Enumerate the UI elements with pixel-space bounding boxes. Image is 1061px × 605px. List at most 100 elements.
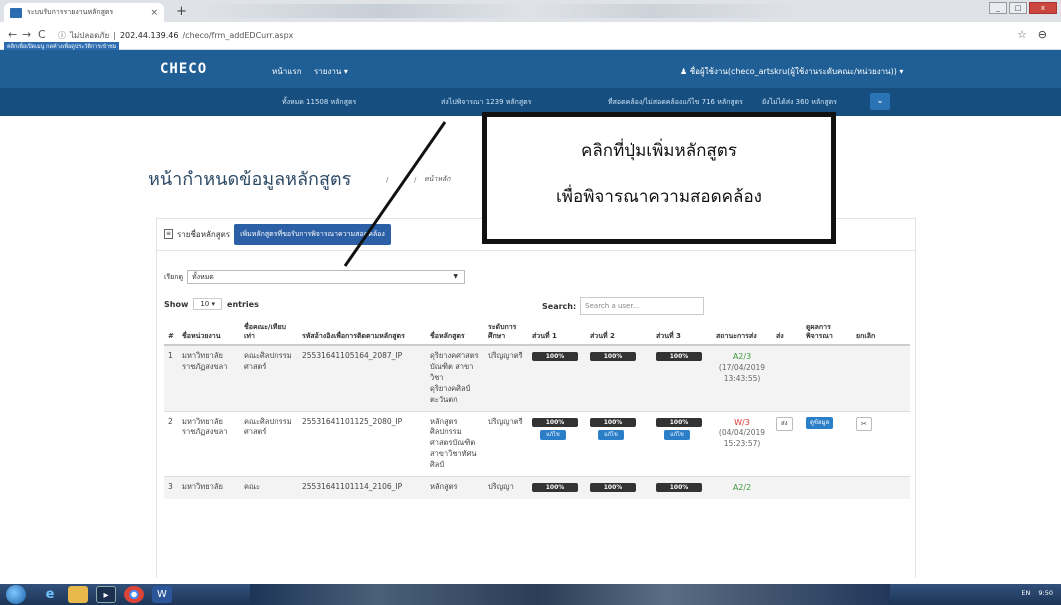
table-row: 2 มหาวิทยาลัยราชภัฏสงขลา คณะศิลปกรรมศาสต… <box>164 410 910 477</box>
view-result-button[interactable]: ดูข้อมูล <box>806 416 834 430</box>
site-navbar: CHECO หน้าแรก รายงาน ▾ ♟ ชื่อผู้ใช้งาน(c… <box>0 50 1061 88</box>
stat-not-sent: ยังไม่ได้ส่ง 360 หลักสูตร <box>762 98 837 106</box>
user-icon: ♟ <box>680 67 690 76</box>
folder-icon[interactable] <box>68 586 88 603</box>
os-taskbar: e ▸ W EN 9:50 <box>0 584 1061 605</box>
edit-part2-button[interactable]: แก้ไข <box>598 430 624 441</box>
col-faculty[interactable]: ชื่อคณะ/เทียบเท่า <box>240 320 298 347</box>
forward-icon[interactable]: → <box>22 28 31 41</box>
media-icon[interactable]: ▸ <box>96 586 116 603</box>
list-icon: ≡ <box>164 229 173 239</box>
panel-header: ≡ รายชื่อหลักสูตร เพิ่มหลักสูตรที่ขอรับก… <box>164 223 391 245</box>
profile-icon[interactable]: ⊖ <box>1038 28 1047 41</box>
chrome-icon[interactable] <box>124 586 144 603</box>
cell-result <box>802 344 852 412</box>
col-cancel[interactable]: ยกเลิก <box>852 320 910 347</box>
brand-logo[interactable]: CHECO <box>160 61 207 77</box>
url-divider: | <box>113 31 116 40</box>
search-input[interactable]: Search a user... <box>580 297 705 315</box>
browser-tab[interactable]: ระบบรับการรายงานหลักสูตร × <box>4 3 164 22</box>
url-field[interactable]: ⓘ ไม่ปลอดภัย | 202.44.139.46/checo/frm_a… <box>58 28 293 43</box>
add-course-button[interactable]: เพิ่มหลักสูตรที่ขอรับการพิจารณาความสอดคล… <box>234 223 391 245</box>
start-button[interactable] <box>6 585 26 604</box>
language-indicator[interactable]: EN <box>1021 589 1030 597</box>
edit-part3-button[interactable]: แก้ไข <box>664 430 690 441</box>
cell-part3: 100% แก้ไข <box>652 410 712 477</box>
reload-icon[interactable]: C <box>38 28 46 41</box>
cell-unit: มหาวิทยาลัย <box>178 475 240 499</box>
expand-stats-button[interactable]: ⌄ <box>870 93 890 110</box>
cell-part1: 100% แก้ไข <box>528 410 586 477</box>
user-menu[interactable]: ♟ ชื่อผู้ใช้งาน(checo_artskru(ผู้ใช้งานร… <box>680 65 903 78</box>
panel-divider <box>156 250 916 251</box>
status-code: W/3 <box>734 417 750 427</box>
col-name[interactable]: ชื่อหลักสูตร <box>426 320 484 347</box>
course-table: # ชื่อหน่วยงาน ชื่อคณะ/เทียบเท่า รหัสอ้า… <box>164 320 910 499</box>
cell-cancel: ✂ <box>852 410 910 477</box>
breadcrumb-home[interactable]: หน้าหลัก <box>424 174 450 185</box>
col-part1[interactable]: ส่วนที่ 1 <box>528 320 586 347</box>
cell-unit: มหาวิทยาลัยราชภัฏสงขลา <box>178 410 240 477</box>
cell-part3: 100% <box>652 344 712 412</box>
send-button[interactable]: ส่ง <box>776 416 793 432</box>
maximize-button[interactable]: □ <box>1009 2 1027 14</box>
clock[interactable]: 9:50 <box>1038 589 1053 597</box>
col-result[interactable]: ดูผลการพิจารณา <box>802 320 852 347</box>
cell-level: ปริญญาตรี <box>484 410 528 477</box>
breadcrumb-separator: / <box>386 176 389 184</box>
cell-level: ปริญญาตรี <box>484 344 528 412</box>
new-tab-button[interactable]: + <box>176 4 187 19</box>
blurred-tabs-area <box>200 4 800 18</box>
entries-label: entries <box>227 299 259 309</box>
bookmark-star-icon[interactable]: ☆ <box>1017 28 1027 41</box>
progress-badge: 100% <box>590 417 636 427</box>
stat-total: ทั้งหมด 11508 หลักสูตร <box>282 98 357 106</box>
cell-name: หลักสูตรศิลปกรรมศาสตรบัณฑิต สาขาวิชาทัศน… <box>426 410 484 477</box>
back-icon[interactable]: ← <box>8 28 17 41</box>
instruction-callout: คลิกที่ปุ่มเพิ่มหลักสูตร เพื่อพิจารณาควา… <box>482 112 836 244</box>
cell-ref: 25531641105164_2087_IP <box>298 344 426 412</box>
status-code: A2/2 <box>732 482 752 492</box>
filter-label: เรียกดู <box>164 272 184 281</box>
cell-num: 2 <box>164 410 178 477</box>
panel-title: รายชื่อหลักสูตร <box>177 229 231 239</box>
col-status[interactable]: สถานะการส่ง <box>712 320 772 347</box>
edit-part1-button[interactable]: แก้ไข <box>540 430 566 441</box>
progress-badge: 100% <box>656 417 702 427</box>
table-row: 3 มหาวิทยาลัย คณะ 25531641101114_2106_IP… <box>164 475 910 499</box>
status-code: A2/3 <box>732 352 752 362</box>
col-ref[interactable]: รหัสอ้างอิงเพื่อการติดตามหลักสูตร <box>298 320 426 347</box>
progress-badge: 100% <box>532 482 578 492</box>
cell-status: A2/2 <box>712 475 772 499</box>
minimize-button[interactable]: _ <box>989 2 1007 14</box>
cell-status: W/3 (04/04/2019 15:23:57) <box>712 410 772 477</box>
filter-select[interactable]: ทั้งหมด ▼ <box>187 270 466 284</box>
table-header-row: # ชื่อหน่วยงาน ชื่อคณะ/เทียบเท่า รหัสอ้า… <box>164 320 910 347</box>
col-level[interactable]: ระดับการศึกษา <box>484 320 528 347</box>
nav-reports[interactable]: รายงาน ▾ <box>314 65 348 78</box>
search-label: Search: <box>542 301 577 311</box>
blurred-taskbar-area <box>250 584 890 605</box>
col-send[interactable]: ส่ง <box>772 320 802 347</box>
close-window-button[interactable]: x <box>1029 2 1057 14</box>
close-tab-icon[interactable]: × <box>150 8 158 18</box>
col-part3[interactable]: ส่วนที่ 3 <box>652 320 712 347</box>
page-title: หน้ากำหนดข้อมูลหลักสูตร <box>148 169 352 190</box>
tab-title: ระบบรับการรายงานหลักสูตร <box>27 8 114 16</box>
col-unit[interactable]: ชื่อหน่วยงาน <box>178 320 240 347</box>
cell-unit: มหาวิทยาลัยราชภัฏสงขลา <box>178 344 240 412</box>
cell-name: ดุริยางคศาสตรบัณฑิต สาขาวิชาดุริยางคศิลป… <box>426 344 484 412</box>
info-icon: ⓘ <box>58 31 66 40</box>
col-part2[interactable]: ส่วนที่ 2 <box>586 320 652 347</box>
search-control: Search: Search a user... <box>542 297 705 315</box>
url-host: 202.44.139.46 <box>119 31 179 40</box>
scissors-icon[interactable]: ✂ <box>856 416 872 431</box>
col-num[interactable]: # <box>164 320 178 347</box>
stat-under-review: ที่สอดคล้อง/ไม่สอดคล้องแก้ไข 716 หลักสูต… <box>608 98 743 106</box>
cell-ref: 25531641101125_2080_IP <box>298 410 426 477</box>
page-length-select[interactable]: 10 ▾ <box>193 298 223 310</box>
nav-home[interactable]: หน้าแรก <box>272 65 302 78</box>
cell-send <box>772 344 802 412</box>
ie-icon[interactable]: e <box>40 586 60 603</box>
word-icon[interactable]: W <box>152 586 172 603</box>
